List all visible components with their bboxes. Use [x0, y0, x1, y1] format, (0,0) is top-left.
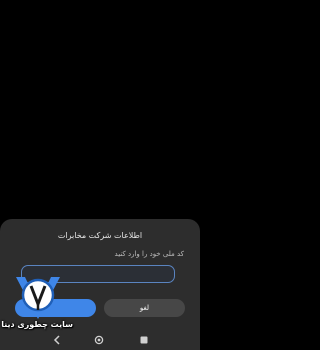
dialog-message: کد ملی خود را وارد کنید [114, 250, 184, 258]
watermark-logo [16, 277, 60, 319]
dialog-title: اطلاعات شرکت مخابرات [57, 231, 143, 240]
recent-apps-icon[interactable] [140, 336, 148, 344]
cancel-button[interactable]: لغو [104, 299, 185, 317]
watermark-text: سایت چطوری دینا [1, 320, 73, 329]
watermark: سایت چطوری دینا [1, 273, 73, 339]
screen: اطلاعات شرکت مخابرات کد ملی خود را وارد … [0, 0, 200, 350]
home-icon[interactable] [94, 335, 104, 345]
